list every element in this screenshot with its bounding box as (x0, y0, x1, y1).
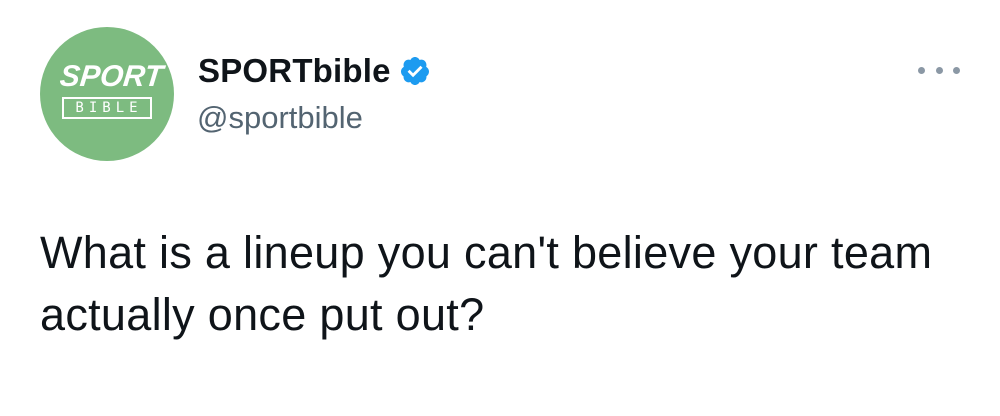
more-horizontal-icon[interactable] (918, 60, 960, 80)
more-dot (918, 66, 925, 74)
avatar-logo-bible: BIBLE (62, 97, 152, 119)
author-display-name[interactable]: SPORTbible (198, 52, 391, 90)
avatar-logo-sport: SPORT (58, 60, 165, 93)
more-dot (953, 66, 960, 74)
verified-badge-icon (400, 57, 429, 85)
author-handle[interactable]: @sportbible (197, 100, 363, 136)
more-dot (935, 66, 943, 74)
tweet-text: What is a lineup you can't believe your … (40, 227, 933, 340)
author-name-row: SPORTbible (198, 52, 431, 90)
author-avatar[interactable]: SPORT BIBLE (40, 27, 174, 161)
tweet-card: SPORT BIBLE SPORTbible @sportbible What … (0, 0, 1000, 416)
